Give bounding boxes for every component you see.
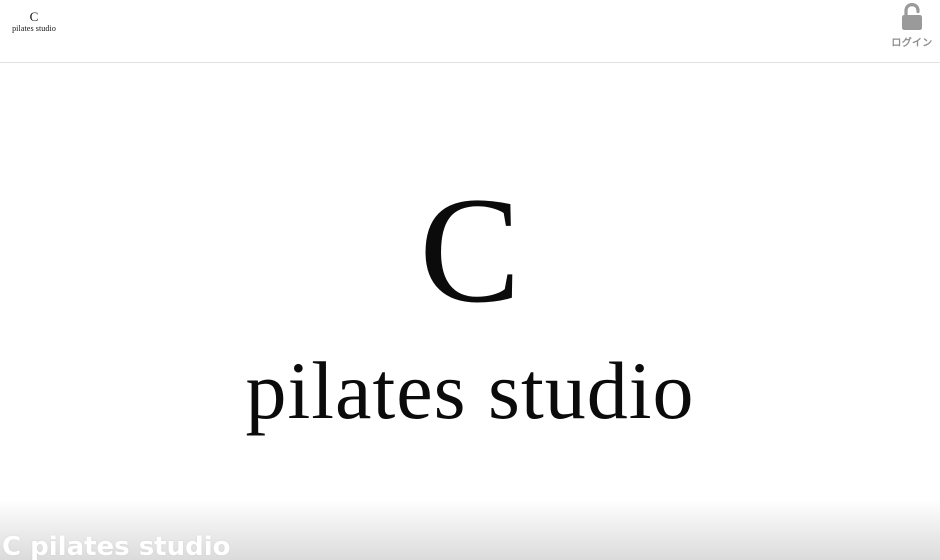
header-logo-wordmark: pilates studio [12,24,56,33]
hero-logo-mark: C [419,166,521,334]
site-header: C pilates studio ログイン [0,0,940,63]
header-logo[interactable]: C pilates studio [8,10,60,33]
hero-banner: C pilates studio C pilates studio [0,64,940,560]
hero-logo-wordmark: pilates studio [245,345,695,436]
header-logo-mark: C [29,9,39,24]
login-button[interactable]: ログイン [890,3,934,53]
page-title: C pilates studio [2,532,231,560]
login-label: ログイン [891,38,933,49]
hero-logo: C pilates studio [0,64,940,560]
unlocked-padlock-icon [902,3,922,30]
